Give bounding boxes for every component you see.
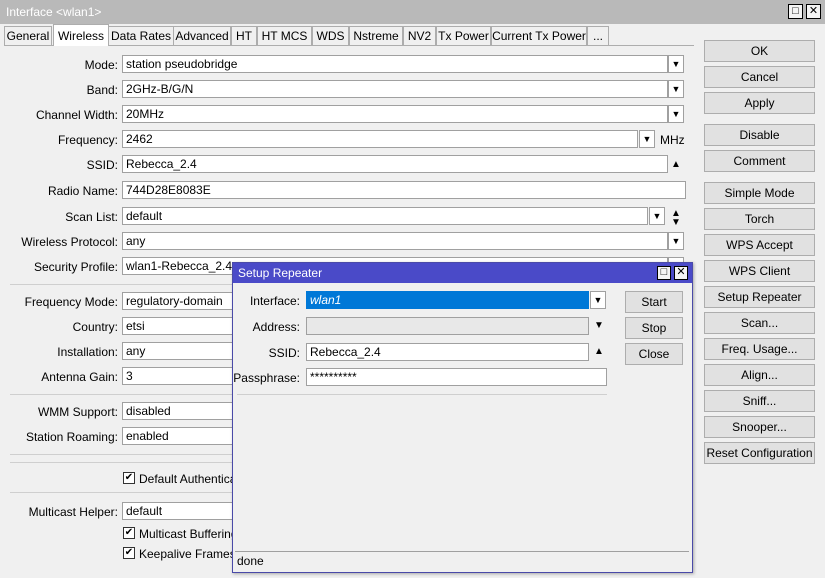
band-dropdown-icon[interactable]: ▼: [668, 80, 684, 98]
ssid-collapse-icon[interactable]: ▲: [671, 160, 681, 170]
multicast-helper-label: Multicast Helper:: [28, 505, 118, 519]
wmm-support-label: WMM Support:: [37, 405, 118, 419]
tab-more[interactable]: ...: [587, 26, 609, 46]
dialog-divider: [237, 394, 607, 395]
tab-ht-mcs[interactable]: HT MCS: [257, 26, 312, 46]
keepalive-frames-label: Keepalive Frames: [139, 547, 236, 561]
country-label: Country:: [72, 320, 118, 334]
wireless-protocol-dropdown-icon[interactable]: ▼: [668, 232, 684, 250]
channel-width-dropdown-icon[interactable]: ▼: [668, 105, 684, 123]
mode-label: Mode:: [84, 58, 118, 72]
sniff-button[interactable]: Sniff...: [704, 390, 815, 412]
default-authenticate-checkbox[interactable]: ✔: [123, 472, 135, 484]
dialog-address-label: Address:: [252, 320, 300, 334]
scan-list-label: Scan List:: [65, 210, 118, 224]
window-title: Interface <wlan1>: [6, 5, 102, 19]
tab-ht[interactable]: HT: [231, 26, 257, 46]
scan-list-dropdown-icon[interactable]: ▼: [649, 207, 665, 225]
keepalive-frames-checkbox[interactable]: ✔: [123, 547, 135, 559]
radio-name-label: Radio Name:: [47, 184, 118, 198]
wps-accept-button[interactable]: WPS Accept: [704, 234, 815, 256]
simple-mode-button[interactable]: Simple Mode: [704, 182, 815, 204]
dialog-passphrase-field[interactable]: **********: [306, 368, 607, 386]
scan-list-field[interactable]: default: [122, 207, 648, 225]
freq-usage-button[interactable]: Freq. Usage...: [704, 338, 815, 360]
dialog-interface-dropdown-icon[interactable]: ▼: [590, 291, 606, 309]
setup-repeater-dialog: Setup Repeater □ ✕ Interface: wlan1 ▼ Ad…: [232, 262, 693, 573]
tab-nv2[interactable]: NV2: [403, 26, 436, 46]
mode-select[interactable]: station pseudobridge: [122, 55, 668, 73]
multicast-buffering-checkbox[interactable]: ✔: [123, 527, 135, 539]
frequency-unit: MHz: [660, 133, 685, 147]
dialog-ssid-field[interactable]: Rebecca_2.4: [306, 343, 589, 361]
dialog-ssid-collapse-icon[interactable]: ▲: [594, 347, 604, 357]
wireless-protocol-select[interactable]: any: [122, 232, 668, 250]
ssid-label: SSID:: [86, 158, 118, 172]
security-profile-label: Security Profile:: [33, 260, 118, 274]
tab-tx-power[interactable]: Tx Power: [436, 26, 491, 46]
station-roaming-label: Station Roaming:: [25, 430, 118, 444]
dialog-status-bar: done: [235, 551, 689, 570]
close-icon[interactable]: ✕: [806, 4, 821, 19]
dialog-interface-label: Interface:: [249, 294, 300, 308]
comment-button[interactable]: Comment: [704, 150, 815, 172]
tab-advanced[interactable]: Advanced: [173, 26, 231, 46]
tab-current-tx-power[interactable]: Current Tx Power: [491, 26, 587, 46]
reset-configuration-button[interactable]: Reset Configuration: [704, 442, 815, 464]
stop-button[interactable]: Stop: [625, 317, 683, 339]
close-button[interactable]: Close: [625, 343, 683, 365]
dialog-address-field[interactable]: [306, 317, 589, 335]
multicast-buffering-label: Multicast Buffering: [139, 527, 238, 541]
mode-dropdown-icon[interactable]: ▼: [668, 55, 684, 73]
start-button[interactable]: Start: [625, 291, 683, 313]
tab-general[interactable]: General: [4, 26, 52, 46]
restore-icon[interactable]: □: [788, 4, 803, 19]
dialog-address-dropdown-icon[interactable]: ▼: [594, 321, 604, 331]
frequency-label: Frequency:: [57, 133, 118, 147]
dialog-interface-select[interactable]: wlan1: [306, 291, 589, 309]
dialog-close-icon[interactable]: ✕: [674, 266, 688, 280]
frequency-mode-label: Frequency Mode:: [24, 295, 118, 309]
band-label: Band:: [86, 83, 118, 97]
apply-button[interactable]: Apply: [704, 92, 815, 114]
tab-wireless[interactable]: Wireless: [53, 24, 109, 46]
ok-button[interactable]: OK: [704, 40, 815, 62]
align-button[interactable]: Align...: [704, 364, 815, 386]
tab-wds[interactable]: WDS: [312, 26, 349, 46]
dialog-restore-icon[interactable]: □: [657, 266, 671, 280]
tab-data-rates[interactable]: Data Rates: [108, 26, 174, 46]
installation-label: Installation:: [57, 345, 118, 359]
antenna-gain-label: Antenna Gain:: [41, 370, 118, 384]
default-authenticate-label: Default Authenticate: [139, 472, 247, 486]
scan-button[interactable]: Scan...: [704, 312, 815, 334]
wireless-protocol-label: Wireless Protocol:: [21, 235, 118, 249]
dialog-ssid-label: SSID:: [268, 346, 300, 360]
window-title-bar: Interface <wlan1> □ ✕: [0, 0, 825, 24]
scan-list-down-icon[interactable]: ▼: [671, 218, 681, 228]
setup-repeater-button[interactable]: Setup Repeater: [704, 286, 815, 308]
channel-width-label: Channel Width:: [35, 108, 118, 122]
frequency-select[interactable]: 2462: [122, 130, 638, 148]
dialog-title-bar: Setup Repeater: [233, 263, 692, 283]
dialog-title: Setup Repeater: [238, 266, 323, 280]
snooper-button[interactable]: Snooper...: [704, 416, 815, 438]
tab-nstreme[interactable]: Nstreme: [349, 26, 403, 46]
channel-width-select[interactable]: 20MHz: [122, 105, 668, 123]
ssid-field[interactable]: Rebecca_2.4: [122, 155, 668, 173]
frequency-dropdown-icon[interactable]: ▼: [639, 130, 655, 148]
wps-client-button[interactable]: WPS Client: [704, 260, 815, 282]
dialog-passphrase-label: Passphrase:: [233, 371, 300, 385]
disable-button[interactable]: Disable: [704, 124, 815, 146]
band-select[interactable]: 2GHz-B/G/N: [122, 80, 668, 98]
torch-button[interactable]: Torch: [704, 208, 815, 230]
cancel-button[interactable]: Cancel: [704, 66, 815, 88]
radio-name-field[interactable]: 744D28E8083E: [122, 181, 686, 199]
